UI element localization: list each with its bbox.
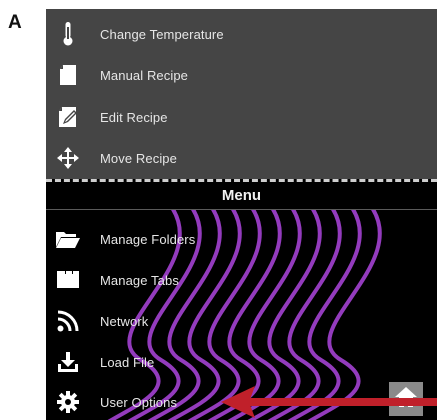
move-recipe-label: Move Recipe (100, 150, 177, 166)
network-item[interactable]: Network (46, 301, 437, 341)
load-file-label: Load File (100, 354, 155, 370)
panel-label: A (8, 12, 22, 33)
user-options-label: User Options (100, 394, 178, 410)
section-divider (46, 179, 437, 182)
folder-icon (55, 226, 81, 252)
callout-arrow (221, 386, 437, 418)
manual-recipe-icon (55, 62, 81, 88)
gear-icon (55, 389, 81, 415)
manage-tabs-label: Manage Tabs (100, 272, 179, 288)
edit-recipe-label: Edit Recipe (100, 109, 168, 125)
manual-recipe-label: Manual Recipe (100, 67, 189, 83)
network-label: Network (100, 313, 149, 329)
tabs-icon (55, 267, 81, 293)
change-temperature-label: Change Temperature (100, 26, 224, 42)
move-recipe-item[interactable]: Move Recipe (46, 138, 437, 178)
thermometer-icon (55, 21, 81, 47)
manage-folders-item[interactable]: Manage Folders (46, 219, 437, 259)
move-arrows-icon (55, 145, 81, 171)
manage-tabs-item[interactable]: Manage Tabs (46, 260, 437, 300)
change-temperature-item[interactable]: Change Temperature (46, 14, 437, 54)
edit-recipe-icon (55, 104, 81, 130)
load-file-item[interactable]: Load File (46, 342, 437, 382)
menu-title: Menu (46, 183, 437, 210)
network-icon (55, 308, 81, 334)
load-file-icon (55, 349, 81, 375)
recipe-actions-section: Change Temperature Manual Recipe Edit Re… (46, 9, 437, 179)
manage-folders-label: Manage Folders (100, 231, 196, 247)
edit-recipe-item[interactable]: Edit Recipe (46, 97, 437, 137)
manual-recipe-item[interactable]: Manual Recipe (46, 55, 437, 95)
device-screen: Change Temperature Manual Recipe Edit Re… (46, 9, 437, 420)
